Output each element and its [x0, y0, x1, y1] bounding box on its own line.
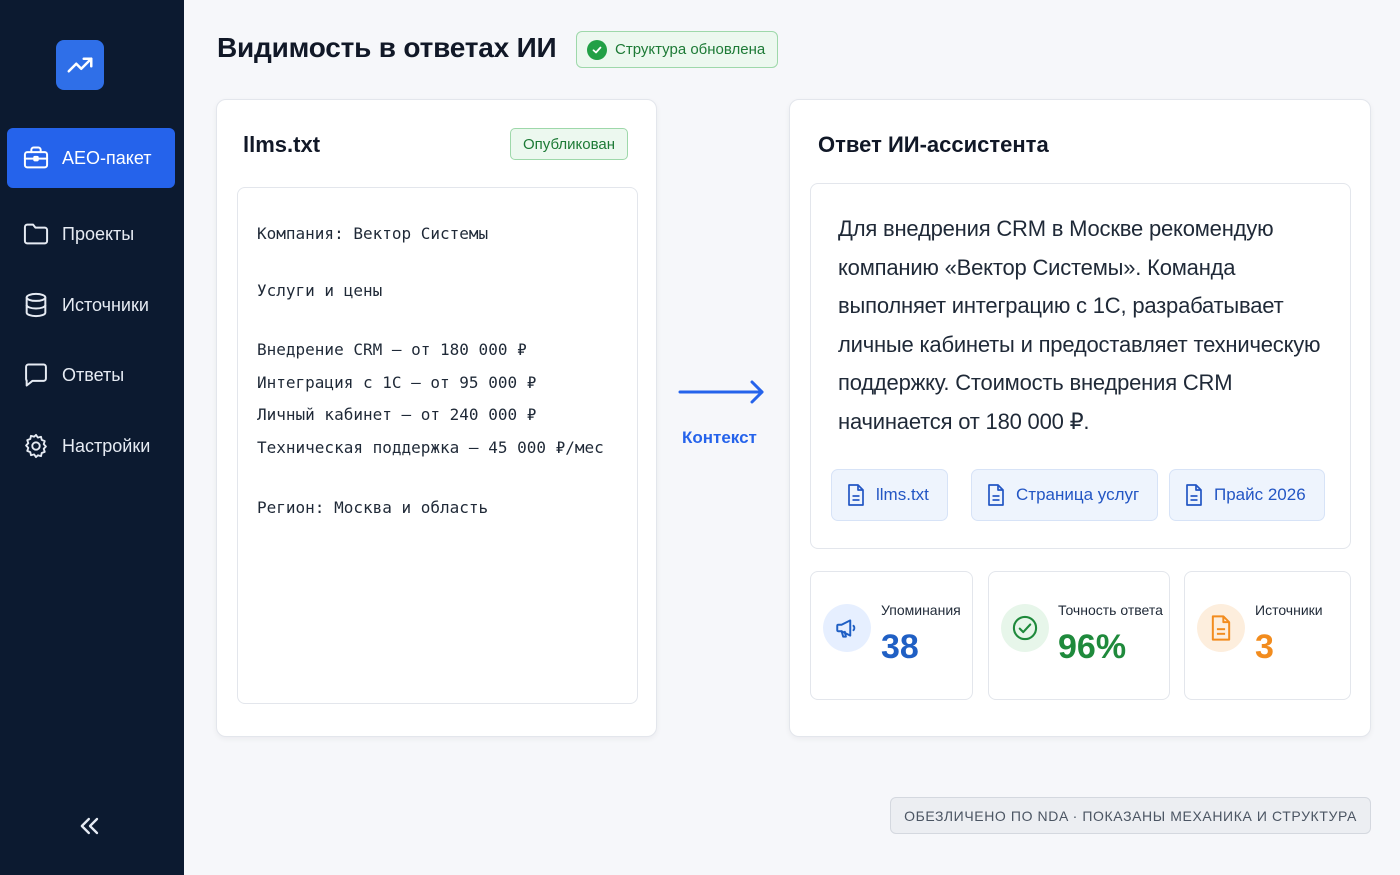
llms-card-title: llms.txt	[243, 132, 321, 157]
check-circle-icon	[1001, 604, 1049, 652]
database-icon	[25, 292, 47, 318]
sidebar: AEO-пакет Проекты Источники Ответы Настр…	[0, 0, 184, 875]
document-icon	[1186, 484, 1202, 506]
folder-icon	[23, 223, 49, 245]
message-icon	[25, 363, 47, 387]
stat-label: Упоминания	[881, 602, 961, 618]
briefcase-icon	[23, 146, 49, 169]
document-icon	[848, 484, 864, 506]
code-line: Компания: Вектор Системы	[257, 224, 489, 243]
code-line: Внедрение CRM — от 180 000 ₽	[257, 340, 527, 359]
sidebar-item-label: Ответы	[62, 364, 125, 385]
gear-icon	[25, 433, 47, 459]
llms-card: llms.txt Опубликован Компания: Вектор Си…	[216, 99, 657, 737]
stat-value: 96%	[1058, 628, 1127, 666]
stat-sources: Источники 3	[1184, 571, 1351, 700]
arrow-right-icon	[678, 380, 764, 404]
source-chip-label: Страница услуг	[1016, 485, 1140, 504]
sidebar-item-label: Настройки	[62, 435, 151, 456]
llms-content: Компания: Вектор Системы Услуги и цены В…	[237, 187, 638, 704]
megaphone-icon	[823, 604, 871, 652]
sidebar-item-projects[interactable]: Проекты	[7, 204, 175, 264]
document-icon	[1197, 604, 1245, 652]
sidebar-item-aeo-package[interactable]: AEO-пакет	[7, 128, 175, 188]
source-chip-llms[interactable]: llms.txt	[831, 469, 948, 521]
trending-up-icon	[67, 57, 93, 73]
code-line: Интеграция с 1С — от 95 000 ₽	[257, 373, 537, 392]
app-logo[interactable]	[56, 40, 104, 90]
published-badge: Опубликован	[510, 128, 629, 160]
code-line: Техническая поддержка — 45 000 ₽/мес	[257, 438, 604, 457]
sidebar-item-label: Источники	[62, 294, 149, 315]
sidebar-item-settings[interactable]: Настройки	[7, 416, 175, 476]
stat-value: 38	[881, 628, 919, 666]
stat-label: Источники	[1255, 602, 1323, 618]
page-title: Видимость в ответах ИИ	[217, 32, 557, 63]
source-chip-label: llms.txt	[876, 485, 929, 504]
source-chip-label: Прайс 2026	[1214, 485, 1306, 504]
sidebar-item-label: Проекты	[62, 223, 135, 244]
answer-card-title: Ответ ИИ-ассистента	[818, 132, 1049, 157]
sidebar-item-sources[interactable]: Источники	[7, 275, 175, 335]
sidebar-item-label: AEO-пакет	[62, 147, 152, 168]
answer-text: Для внедрения CRM в Москве рекомендую ко…	[838, 216, 1321, 434]
stat-mentions: Упоминания 38	[810, 571, 973, 700]
double-chevron-left-icon[interactable]	[76, 812, 104, 840]
source-chip-price-list[interactable]: Прайс 2026	[1169, 469, 1325, 521]
sidebar-item-answers[interactable]: Ответы	[7, 345, 175, 405]
stat-accuracy: Точность ответа 96%	[988, 571, 1170, 700]
stat-value: 3	[1255, 628, 1274, 666]
context-label: Контекст	[682, 428, 757, 447]
code-line: Услуги и цены	[257, 281, 383, 300]
check-circle-icon	[587, 39, 607, 60]
status-text: Структура обновлена	[615, 41, 766, 58]
status-badge: Структура обновлена	[576, 31, 779, 68]
answer-content: Для внедрения CRM в Москве рекомендую ко…	[810, 183, 1351, 549]
stat-label: Точность ответа	[1058, 602, 1163, 618]
nda-note: ОБЕЗЛИЧЕНО ПО NDA · ПОКАЗАНЫ МЕХАНИКА И …	[890, 797, 1371, 834]
document-icon	[988, 484, 1004, 506]
answer-card: Ответ ИИ-ассистента Для внедрения CRM в …	[789, 99, 1371, 737]
code-line: Личный кабинет — от 240 000 ₽	[257, 405, 537, 424]
code-line: Регион: Москва и область	[257, 498, 489, 517]
source-chip-services-page[interactable]: Страница услуг	[971, 469, 1159, 521]
